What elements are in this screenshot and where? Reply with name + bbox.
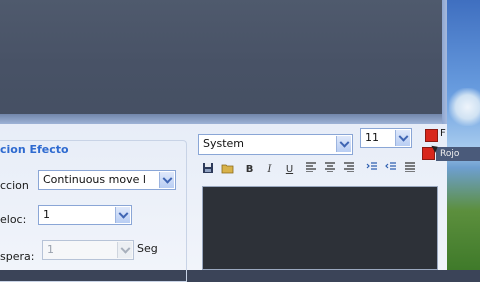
- wait-label: spera:: [0, 250, 35, 263]
- align-right-icon[interactable]: [341, 162, 356, 177]
- action-select[interactable]: Continuous move l: [38, 170, 176, 190]
- chevron-down-icon[interactable]: [159, 172, 174, 188]
- text-preview-area[interactable]: [202, 186, 438, 270]
- action-select-value: Continuous move l: [43, 173, 146, 186]
- window-edge: [0, 114, 447, 124]
- italic-button[interactable]: I: [262, 162, 277, 177]
- open-folder-icon[interactable]: [220, 162, 235, 177]
- wait-select[interactable]: 1: [42, 240, 134, 260]
- speed-select[interactable]: 1: [38, 205, 132, 225]
- action-label: ccion: [0, 179, 29, 192]
- chevron-down-icon[interactable]: [117, 242, 132, 258]
- color-tooltip: Rojo: [436, 147, 480, 161]
- align-justify-icon[interactable]: [402, 162, 417, 177]
- font-family-select[interactable]: System: [198, 134, 353, 155]
- indent-icon[interactable]: [364, 162, 379, 177]
- chevron-down-icon[interactable]: [395, 130, 410, 146]
- outdent-icon[interactable]: [383, 162, 398, 177]
- font-family-value: System: [203, 137, 245, 150]
- align-center-icon[interactable]: [322, 162, 337, 177]
- editor-background: [0, 0, 447, 118]
- wait-select-value: 1: [47, 243, 54, 256]
- save-icon[interactable]: [200, 162, 215, 177]
- effect-group-title: cion Efecto: [0, 143, 69, 156]
- chevron-down-icon[interactable]: [336, 136, 351, 152]
- wait-unit-label: Seg: [137, 242, 158, 255]
- color-swatch[interactable]: [425, 129, 438, 142]
- color-label: F: [440, 128, 446, 139]
- underline-button[interactable]: U: [282, 162, 297, 177]
- bold-button[interactable]: B: [242, 162, 257, 177]
- font-size-select[interactable]: 11: [360, 128, 412, 148]
- speed-label: eloc:: [0, 213, 27, 226]
- speed-select-value: 1: [43, 208, 50, 221]
- desktop-wallpaper: [447, 0, 480, 270]
- chevron-down-icon[interactable]: [115, 207, 130, 223]
- wallpaper-cloud: [449, 88, 480, 126]
- align-left-icon[interactable]: [303, 162, 318, 177]
- font-size-value: 11: [365, 131, 379, 144]
